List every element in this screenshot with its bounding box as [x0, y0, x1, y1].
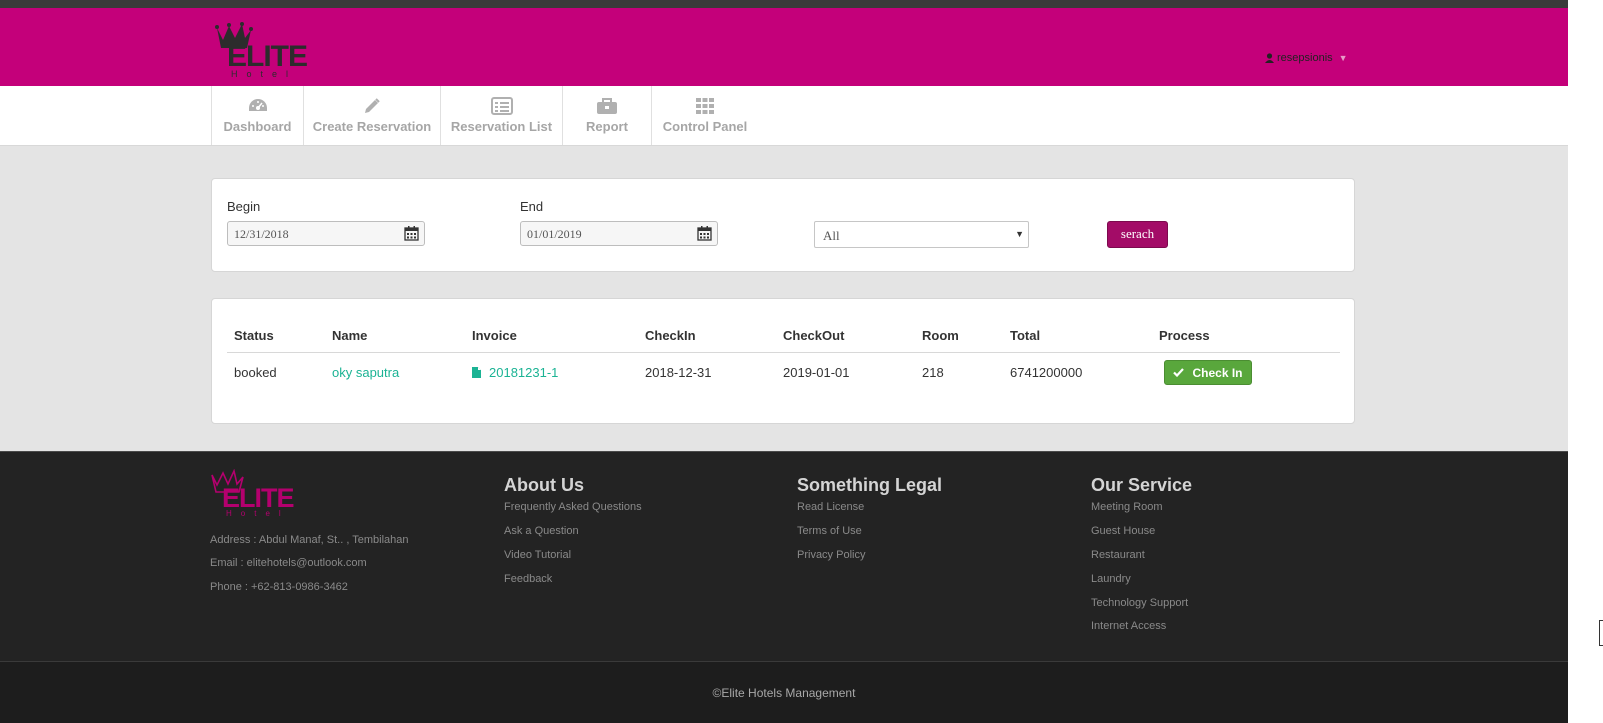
- column-header-checkin[interactable]: CheckIn: [645, 328, 696, 343]
- page: ELITE Hotel resepsionis ▼ Dashboard Crea…: [0, 0, 1568, 723]
- grid-icon: [696, 98, 714, 114]
- begin-date-value: 12/31/2018: [234, 227, 289, 241]
- invoice-link[interactable]: 20181231-1: [472, 365, 558, 380]
- footer-phone: Phone : +62-813-0986-3462: [210, 581, 348, 593]
- nav-label: Reservation List: [450, 119, 553, 134]
- column-header-total[interactable]: Total: [1010, 328, 1040, 343]
- calendar-icon[interactable]: [404, 226, 419, 241]
- footer-link-guest-house[interactable]: Guest House: [1091, 525, 1155, 537]
- footer-email: Email : elitehotels@outlook.com: [210, 557, 367, 569]
- nav-create-reservation[interactable]: Create Reservation: [303, 86, 440, 145]
- status-select[interactable]: All ▼: [814, 221, 1029, 248]
- footer-link-technology-support[interactable]: Technology Support: [1091, 597, 1188, 609]
- column-header-invoice[interactable]: Invoice: [472, 328, 517, 343]
- column-header-room[interactable]: Room: [922, 328, 959, 343]
- status-select-value: All: [823, 228, 840, 243]
- footer-link-faq[interactable]: Frequently Asked Questions: [504, 501, 642, 513]
- nav-label: Control Panel: [662, 119, 748, 134]
- nav-control-panel[interactable]: Control Panel: [651, 86, 758, 145]
- begin-label: Begin: [227, 199, 261, 214]
- copyright-text: ©Elite Hotels Management: [712, 686, 856, 700]
- chevron-down-icon: ▼: [1338, 53, 1348, 63]
- footer-link-feedback[interactable]: Feedback: [504, 573, 552, 585]
- resize-handle[interactable]: [1599, 620, 1603, 646]
- cell-total: 6741200000: [1010, 365, 1083, 380]
- check-in-label: Check In: [1192, 365, 1243, 380]
- list-icon: [490, 97, 513, 115]
- site-header: ELITE Hotel resepsionis ▼: [0, 8, 1568, 86]
- end-label: End: [520, 199, 544, 214]
- search-button[interactable]: serach: [1107, 221, 1168, 248]
- footer-logo: ELITE Hotel: [210, 469, 325, 519]
- nav-report[interactable]: Report: [562, 86, 651, 145]
- checkmark-icon: [1173, 368, 1185, 377]
- footer-link-video-tutorial[interactable]: Video Tutorial: [504, 549, 571, 561]
- footer-heading-service: Our Service: [1091, 475, 1193, 495]
- check-in-button[interactable]: Check In: [1164, 360, 1252, 385]
- briefcase-icon: [597, 98, 617, 114]
- nav-label: Report: [586, 119, 628, 134]
- end-date-value: 01/01/2019: [527, 227, 582, 241]
- window-edge: [1568, 0, 1603, 723]
- column-header-status[interactable]: Status: [234, 328, 274, 343]
- main-nav: Dashboard Create Reservation Reservation…: [0, 86, 1568, 146]
- footer-link-terms[interactable]: Terms of Use: [797, 525, 862, 537]
- username: resepsionis: [1277, 52, 1333, 64]
- nav-dashboard[interactable]: Dashboard: [211, 86, 303, 145]
- user-icon: [1265, 53, 1274, 63]
- footer-heading-legal: Something Legal: [797, 475, 943, 495]
- invoice-number: 20181231-1: [489, 365, 559, 380]
- nav-label: Dashboard: [223, 119, 292, 134]
- footer-heading-about: About Us: [504, 475, 584, 495]
- reservation-table: Status Name Invoice CheckIn CheckOut Roo…: [211, 298, 1355, 424]
- cell-checkout: 2019-01-01: [783, 365, 850, 380]
- footer-link-meeting-room[interactable]: Meeting Room: [1091, 501, 1163, 513]
- footer-address: Address : Abdul Manaf, St.. , Tembilahan: [210, 534, 409, 546]
- footer-logo-subtext: Hotel: [226, 509, 290, 518]
- logo-subtext: Hotel: [231, 69, 298, 79]
- footer-link-internet-access[interactable]: Internet Access: [1091, 620, 1166, 632]
- file-icon: [472, 367, 481, 378]
- cell-checkin: 2018-12-31: [645, 365, 712, 380]
- nav-label: Create Reservation: [312, 119, 432, 134]
- filter-panel: Begin 12/31/2018 End 01/01/2019 All ▼ se…: [211, 178, 1355, 272]
- browser-top-strip: [0, 0, 1568, 8]
- guest-name-link[interactable]: oky saputra: [332, 365, 399, 380]
- site-footer: ELITE Hotel Address : Abdul Manaf, St.. …: [0, 451, 1568, 662]
- cell-room: 218: [922, 365, 944, 380]
- copyright-bar: ©Elite Hotels Management: [0, 661, 1568, 723]
- user-menu[interactable]: resepsionis ▼: [1265, 52, 1348, 64]
- logo-text: ELITE: [227, 40, 308, 73]
- footer-link-privacy[interactable]: Privacy Policy: [797, 549, 865, 561]
- footer-link-ask-question[interactable]: Ask a Question: [504, 525, 579, 537]
- end-date-input[interactable]: 01/01/2019: [520, 221, 718, 246]
- footer-logo-text: ELITE: [222, 483, 295, 513]
- dashboard-icon: [248, 99, 267, 111]
- footer-link-read-license[interactable]: Read License: [797, 501, 864, 513]
- elite-hotel-logo[interactable]: ELITE Hotel: [215, 22, 330, 80]
- dropdown-arrow-icon: ▼: [1015, 229, 1024, 239]
- cell-status: booked: [234, 365, 277, 380]
- column-header-name[interactable]: Name: [332, 328, 367, 343]
- calendar-icon[interactable]: [697, 226, 712, 241]
- table-header-divider: [227, 352, 1340, 353]
- footer-link-restaurant[interactable]: Restaurant: [1091, 549, 1145, 561]
- begin-date-input[interactable]: 12/31/2018: [227, 221, 425, 246]
- column-header-checkout[interactable]: CheckOut: [783, 328, 844, 343]
- footer-link-laundry[interactable]: Laundry: [1091, 573, 1131, 585]
- column-header-process[interactable]: Process: [1159, 328, 1210, 343]
- nav-reservation-list[interactable]: Reservation List: [440, 86, 562, 145]
- pencil-icon: [365, 98, 380, 113]
